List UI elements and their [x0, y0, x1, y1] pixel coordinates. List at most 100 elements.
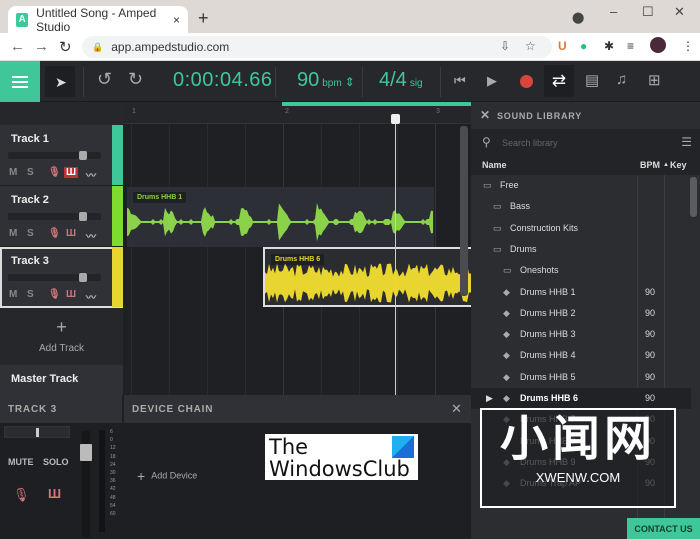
volume-slider[interactable] — [8, 273, 101, 282]
volume-slider[interactable] — [8, 151, 101, 160]
tab-close-icon[interactable]: × — [173, 13, 180, 27]
record-button[interactable] — [520, 75, 533, 88]
more-menu-icon[interactable]: ⋮ — [682, 39, 694, 53]
minimize-button[interactable]: – — [610, 4, 617, 19]
library-row[interactable]: ◆ Drums HHB 1 90 — [471, 282, 691, 303]
column-key[interactable]: Key — [670, 160, 687, 170]
instrument-icon[interactable]: Ш — [48, 486, 61, 501]
extensions-puzzle-icon[interactable]: ✱ — [604, 39, 614, 53]
library-row[interactable]: ◆ Drums HHB 3 90 — [471, 324, 691, 345]
timeline-ruler[interactable]: 1 2 3 — [123, 102, 471, 124]
undo-icon[interactable]: ↺ — [97, 69, 112, 90]
grammarly-icon[interactable]: ● — [580, 39, 587, 53]
metronome-icon[interactable]: ▤ — [585, 71, 599, 89]
library-scrollbar[interactable] — [690, 177, 697, 217]
profile-dropdown-icon[interactable]: ⬤ — [572, 11, 584, 24]
solo-button[interactable]: S — [27, 228, 34, 239]
hamburger-menu-button[interactable] — [0, 61, 40, 102]
automation-icon[interactable]: 〰 — [86, 167, 96, 182]
forward-icon[interactable]: → — [34, 38, 49, 55]
mute-button[interactable]: M — [9, 167, 17, 178]
new-tab-button[interactable]: + — [198, 8, 209, 29]
browser-tab[interactable]: A Untitled Song - Amped Studio × — [8, 6, 188, 34]
library-row[interactable]: ◆ Drums HHB 5 90 — [471, 367, 691, 388]
audio-clip-selected[interactable]: Drums HHB 6 — [263, 247, 471, 307]
library-row[interactable]: ▭ Oneshots — [471, 260, 691, 281]
mute-button[interactable]: M — [9, 228, 17, 239]
library-row[interactable]: ◆ Drums HHB 2 90 — [471, 303, 691, 324]
skip-to-start-icon[interactable]: ⏮ — [454, 73, 466, 89]
pointer-tool-icon[interactable]: ➤ — [45, 66, 75, 97]
watermark-text: 小闻网 — [499, 413, 656, 466]
instrument-icon[interactable]: Ш — [66, 289, 76, 300]
add-track-button[interactable]: + Add Track — [0, 317, 123, 356]
library-search-input[interactable]: ⚲ Search library ☰ — [471, 129, 700, 156]
ruler-bar-label: 2 — [285, 108, 289, 115]
track-header[interactable]: Track 1 M S 🎙 Ш 〰 — [0, 125, 123, 186]
column-bpm[interactable]: BPM — [640, 160, 660, 170]
library-row[interactable]: ▭ Construction Kits — [471, 218, 691, 239]
arrangement-timeline[interactable]: 1 2 3 Drums HHB 1 Drums HHB 6 — [123, 102, 471, 395]
reload-icon[interactable]: ↻ — [59, 38, 72, 56]
record-arm-icon[interactable]: 🎙 — [48, 228, 61, 239]
bookmark-star-icon[interactable]: ☆ — [525, 39, 536, 53]
column-name[interactable]: Name — [482, 160, 507, 170]
contact-us-button[interactable]: CONTACT US — [627, 518, 700, 539]
volume-fader[interactable] — [80, 431, 92, 537]
instrument-icon[interactable]: Ш — [66, 228, 76, 239]
library-row[interactable]: ▭ Bass — [471, 196, 691, 217]
mixer-routing-icon[interactable]: ⊞ — [648, 71, 661, 89]
ruler-bar-label: 3 — [436, 108, 440, 115]
inspector-mute-button[interactable]: MUTE — [8, 457, 34, 467]
clip-waveform — [265, 263, 471, 303]
play-icon[interactable]: ▶ — [487, 73, 497, 89]
maximize-button[interactable]: ☐ — [642, 4, 654, 20]
back-icon[interactable]: ← — [10, 38, 25, 55]
voice-input-icon[interactable]: ♫ — [616, 71, 627, 88]
automation-icon[interactable]: 〰 — [86, 289, 96, 304]
library-row[interactable]: ◆ Drums HHB 4 90 — [471, 345, 691, 366]
timeline-scrollbar[interactable] — [460, 126, 468, 296]
add-device-button[interactable]: + Add Device — [137, 468, 197, 484]
library-row[interactable]: ▶ ◆ Drums HHB 6 90 — [471, 388, 691, 409]
record-arm-icon[interactable]: 🎙 — [48, 167, 61, 178]
pan-slider[interactable] — [4, 426, 70, 438]
window-close-button[interactable]: ✕ — [674, 4, 685, 20]
device-chain-close-icon[interactable]: ✕ — [451, 401, 462, 417]
instrument-icon[interactable]: Ш — [64, 167, 79, 178]
preview-play-icon[interactable]: ▶ — [486, 393, 493, 404]
inspector-solo-button[interactable]: SOLO — [43, 457, 69, 467]
meter-scale: 6 0 12 18 24 30 36 42 48 54 60 — [110, 428, 116, 518]
plus-icon: + — [137, 468, 146, 484]
tempo-stepper-icon[interactable]: ⇕ — [345, 75, 355, 89]
library-row[interactable]: ▭ Drums — [471, 239, 691, 260]
tempo-control[interactable]: 90 bpm ⇕ — [297, 69, 355, 92]
automation-icon[interactable]: 〰 — [86, 228, 96, 243]
install-app-icon[interactable]: ⇩ — [500, 39, 510, 53]
volume-slider[interactable] — [8, 212, 101, 221]
audio-file-icon: ◆ — [503, 393, 510, 403]
loop-toggle-icon[interactable]: ⇄ — [544, 65, 574, 97]
thewindowsclub-logo: The WindowsClub — [265, 434, 418, 480]
audio-clip[interactable]: Drums HHB 1 — [127, 187, 434, 247]
redo-icon[interactable]: ↻ — [128, 69, 143, 90]
filter-settings-icon[interactable]: ☰ — [681, 135, 692, 149]
url-input[interactable]: 🔒 app.ampedstudio.com — [82, 36, 552, 58]
extension-u-icon[interactable]: U — [558, 39, 567, 53]
record-arm-icon[interactable]: 🎙 — [13, 487, 30, 503]
solo-button[interactable]: S — [27, 167, 34, 178]
track-header-selected[interactable]: Track 3 M S 🎙 Ш 〰 — [0, 247, 123, 308]
track-header[interactable]: Track 2 M S 🎙 Ш 〰 — [0, 186, 123, 247]
solo-button[interactable]: S — [27, 289, 34, 300]
folder-icon: ▭ — [483, 180, 492, 190]
profile-avatar[interactable] — [650, 37, 666, 53]
mute-button[interactable]: M — [9, 289, 17, 300]
playhead-handle[interactable] — [391, 114, 400, 124]
media-queue-icon[interactable]: ≡ — [627, 39, 634, 53]
library-close-icon[interactable]: ✕ — [480, 108, 491, 122]
record-arm-icon[interactable]: 🎙 — [48, 289, 61, 300]
loop-region[interactable] — [282, 102, 471, 106]
time-signature-control[interactable]: 4/4 sig — [379, 69, 423, 92]
master-track-header[interactable]: Master Track — [0, 365, 123, 395]
library-row[interactable]: ▭ Free — [471, 175, 691, 196]
